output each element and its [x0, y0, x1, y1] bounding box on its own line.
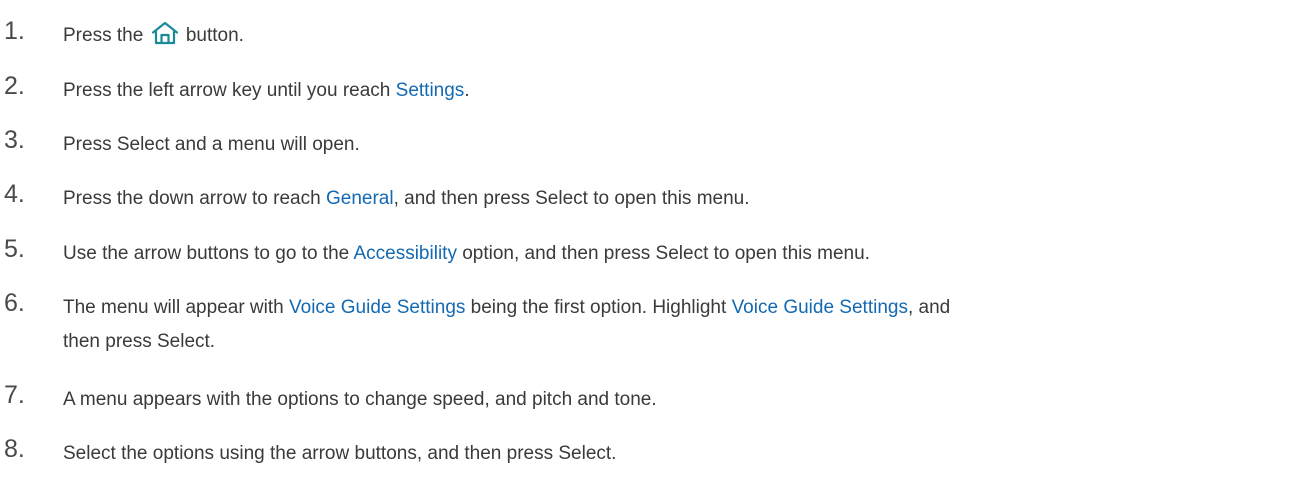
home-icon — [151, 21, 178, 45]
step-text-part: . — [464, 80, 470, 101]
step-number: 3. — [4, 126, 25, 154]
step-text-part: then press Select. — [63, 331, 216, 352]
step-number: 8. — [4, 435, 25, 463]
step-text-part: option, and then press Select to open th… — [456, 243, 870, 264]
step-text: Press the left arrow key until you reach… — [63, 74, 1293, 108]
step-text-part: Press the left arrow key until you reach — [63, 80, 396, 101]
step-text-part: being the first option. Highlight — [465, 297, 732, 318]
step-text-part: Press the — [63, 25, 144, 46]
step-text-part: button. — [185, 25, 244, 46]
step-number: 5. — [4, 235, 25, 263]
step-text-part: The menu will appear with — [63, 297, 289, 318]
step-text: Press the down arrow to reach General, a… — [63, 182, 1293, 216]
step-number: 1. — [4, 17, 25, 45]
step-text: Select the options using the arrow butto… — [63, 443, 617, 464]
step-text-part: Press the down arrow to reach — [63, 188, 326, 209]
accessibility-link[interactable]: Accessibility — [353, 243, 456, 264]
step-number: 4. — [4, 180, 25, 208]
step-number: 2. — [4, 72, 25, 100]
step-text-part: , and then press Select to open this men… — [393, 188, 750, 209]
step-text: Press Select and a menu will open. — [63, 134, 360, 155]
step-text: Use the arrow buttons to go to the Acces… — [63, 237, 1293, 271]
settings-link[interactable]: Settings — [396, 80, 465, 101]
step-text-part: , and — [907, 297, 951, 318]
voice-guide-settings-link-2[interactable]: Voice Guide Settings — [732, 297, 908, 318]
voice-guide-settings-link[interactable]: Voice Guide Settings — [289, 297, 465, 318]
general-link[interactable]: General — [326, 188, 394, 209]
step-text: The menu will appear with Voice Guide Se… — [63, 291, 1293, 359]
step-number: 6. — [4, 289, 25, 317]
step-number: 7. — [4, 381, 25, 409]
step-text: A menu appears with the options to chang… — [63, 389, 657, 410]
step-text: Press the button. — [63, 19, 1293, 53]
step-text-part: Use the arrow buttons to go to the — [63, 243, 354, 264]
